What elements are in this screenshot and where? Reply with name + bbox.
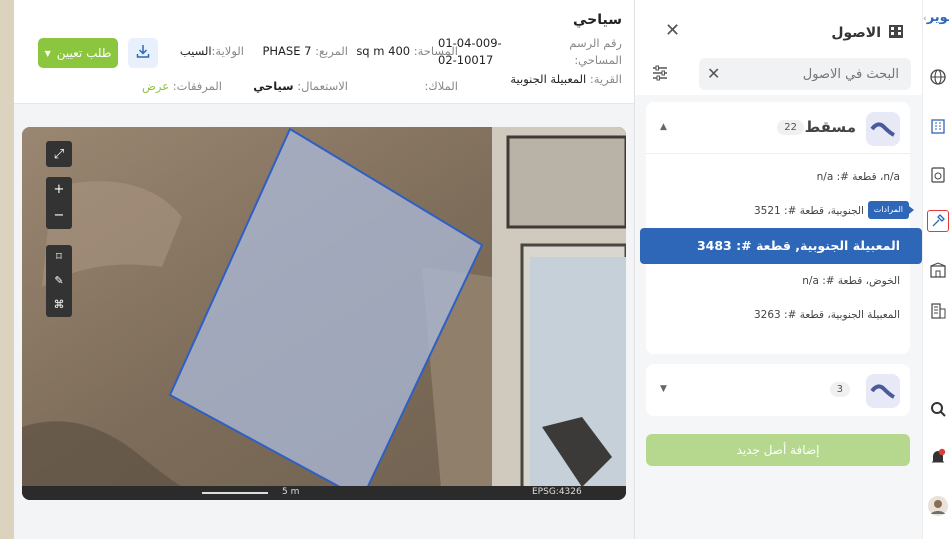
tooltip: المرادات (867, 201, 915, 219)
globe-icon[interactable] (927, 66, 949, 88)
zoom-in-button[interactable]: + (54, 177, 65, 203)
parcel-title: سياحي (573, 12, 622, 28)
scale-label: 5 m (282, 487, 300, 497)
asset-list-item-selected[interactable]: المعبيلة الجنوبية, قطعة #: 3483 (640, 228, 922, 264)
certificate-icon[interactable] (927, 164, 949, 186)
asset-search-input[interactable] (699, 58, 911, 90)
asset-list-item[interactable]: n/a، قطعة #: n/a (646, 160, 910, 194)
filter-icon[interactable] (651, 64, 669, 86)
asset-list-item[interactable]: المعبيلة الجنوبية، قطعة #: 3263 (646, 298, 910, 332)
measure-icon[interactable]: ⌘ (54, 293, 65, 317)
parcel-info-header: سياحي رقم الرسم المساحي: 01-04-009-02-10… (14, 0, 634, 104)
attachments-view-link[interactable]: عرض (142, 79, 169, 93)
state-field: الولاية:السيب (179, 44, 244, 58)
assets-panel: الاصول ✕ ✕ مسقط 22 ▲ n/a، قطعة #: n/a ال… (634, 0, 923, 539)
user-avatar[interactable] (927, 495, 949, 517)
category-image (866, 374, 900, 408)
download-icon (135, 43, 151, 63)
category-count: 22 (777, 120, 804, 135)
owners-field: الملاك: (424, 79, 458, 93)
caret-up-icon[interactable]: ▲ (660, 122, 667, 132)
add-asset-button[interactable]: إضافة أصل جديد (646, 434, 910, 466)
deed-number-field: رقم الرسم المساحي: 01-04-009-02-10017 (438, 36, 622, 67)
asset-category-card: 3 ▼ (646, 364, 910, 416)
brand-logo[interactable]: ‹تطوير (923, 10, 949, 25)
asset-list: n/a، قطعة #: n/a المعبيلة الجنوبية، قطعة… (640, 154, 922, 332)
building-icon (887, 22, 905, 44)
fullscreen-button[interactable]: ⤢ (46, 141, 72, 167)
parcel-view: سياحي رقم الرسم المساحي: 01-04-009-02-10… (14, 0, 634, 539)
building-icon[interactable] (927, 115, 949, 137)
usage-field: الاستعمال: سياحي (253, 79, 348, 93)
close-icon[interactable]: ✕ (665, 20, 680, 41)
property-icon[interactable] (927, 259, 949, 281)
expand-icon: ⤢ (53, 146, 65, 162)
bounding-box-icon[interactable]: ⌑ (56, 245, 62, 269)
asset-category-card: مسقط 22 ▲ n/a، قطعة #: n/a المعبيلة الجن… (640, 102, 922, 354)
assets-panel-header: الاصول ✕ ✕ (635, 0, 923, 95)
category-count: 3 (829, 382, 850, 397)
clear-search-icon[interactable]: ✕ (707, 64, 720, 83)
download-button[interactable] (128, 38, 158, 68)
zoom-out-button[interactable]: − (54, 203, 65, 229)
search-icon[interactable] (927, 398, 949, 420)
app-nav-rail: ‹تطوير (922, 0, 949, 539)
asset-list-item[interactable]: المعبيلة الجنوبية، قطعة #: 3521 المرادات (646, 194, 915, 228)
area-field: المساحة: 400 sq m (356, 44, 458, 58)
background-strip (0, 0, 14, 539)
village-field: القرية: المعبيلة الجنوبية (510, 72, 622, 86)
draw-icon[interactable]: ✎ (54, 269, 63, 293)
category-header[interactable]: مسقط 22 ▲ (646, 102, 910, 154)
map-status-bar: 5 m EPSG:4326 (22, 486, 626, 500)
scale-bar (202, 492, 268, 494)
assets-title: الاصول (831, 22, 905, 44)
zoom-control: + − (46, 177, 72, 229)
caret-down-icon[interactable]: ▼ (660, 384, 667, 394)
tower-icon[interactable] (927, 300, 949, 322)
chevron-down-icon: ▼ (44, 48, 51, 58)
draw-toolbar: ⌑ ✎ ⌘ (46, 245, 72, 317)
block-field: المربع: PHASE 7 (262, 44, 348, 58)
assets-hammer-icon[interactable] (927, 210, 949, 232)
map-view[interactable]: ⤢ + − ⌑ ✎ ⌘ 5 m EPSG:4326 (22, 127, 626, 500)
category-name: مسقط (804, 118, 856, 136)
category-header[interactable]: 3 ▼ (646, 364, 910, 416)
asset-list-item[interactable]: الخوض، قطعة #: n/a (646, 264, 910, 298)
satellite-imagery (22, 127, 626, 500)
category-image (866, 112, 900, 146)
bell-icon[interactable] (927, 446, 949, 468)
request-assignment-button[interactable]: طلب تعيين ▼ (38, 38, 118, 68)
attachments-field: المرفقات: عرض (142, 79, 222, 93)
projection-label: EPSG:4326 (532, 487, 582, 497)
